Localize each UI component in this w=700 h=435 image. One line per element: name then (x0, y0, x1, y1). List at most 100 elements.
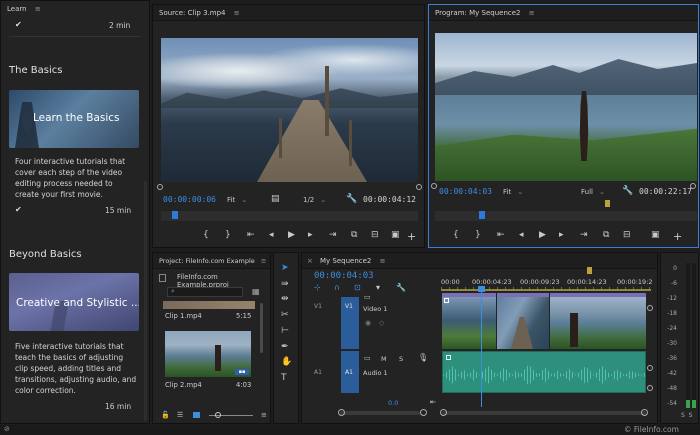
track-select-tool-icon[interactable]: ⇛ (281, 279, 289, 289)
slip-tool-icon[interactable]: ⊢ (281, 326, 289, 336)
magnet-icon[interactable]: ∩ (334, 283, 340, 292)
icon-view-icon[interactable] (193, 412, 200, 418)
source-zoom-select[interactable]: Fit ⌄ (227, 196, 247, 204)
ripple-edit-tool-icon[interactable]: ⇹ (281, 294, 289, 304)
playhead-handle[interactable] (157, 184, 163, 190)
project-scrollbar[interactable] (260, 303, 263, 353)
zoom-handle[interactable] (338, 409, 345, 416)
audio-clip[interactable] (442, 351, 647, 393)
zoom-handle[interactable] (440, 409, 447, 416)
panel-menu-icon[interactable]: ≡ (261, 253, 266, 269)
microphone-icon[interactable]: 🎙 (418, 353, 428, 362)
track-target[interactable]: A1 (314, 369, 322, 376)
razor-tool-icon[interactable]: ✂ (281, 310, 289, 320)
source-resolution-select[interactable]: 1/2 ⌄ (303, 196, 326, 204)
add-button-icon[interactable]: + (673, 230, 682, 243)
mark-in-icon[interactable]: { (203, 230, 209, 240)
timeline-ruler[interactable]: 00:00 00:00:04:23 00:00:09:23 00:00:14:2… (441, 267, 657, 293)
go-to-out-icon[interactable]: ⇥ (580, 230, 588, 240)
snap-icon[interactable]: ⊹ (314, 283, 321, 292)
tutorial-card-creative[interactable]: Creative and Stylistic ... (9, 273, 139, 331)
step-back-icon[interactable]: ◂ (269, 230, 274, 240)
timeline-scrollbar[interactable] (340, 411, 420, 415)
project-clip-item[interactable]: ▪▪ Clip 2.mp4 4:03 (163, 331, 255, 391)
timeline-zoom-bar[interactable] (442, 411, 646, 415)
sync-lock-icon[interactable]: ◇ (379, 319, 384, 327)
export-frame-icon[interactable]: ▣ (391, 230, 400, 240)
settings-icon[interactable]: ▤ (271, 194, 280, 204)
program-timecode[interactable]: 00:00:04:03 (439, 187, 492, 196)
learn-scrollbar[interactable] (144, 181, 147, 421)
play-icon[interactable]: ▶ (539, 230, 546, 240)
insert-icon[interactable]: ⧉ (351, 230, 357, 240)
timeline-playhead-handle[interactable] (478, 286, 485, 292)
menu-icon[interactable]: ≡ (261, 411, 267, 419)
zoom-slider-handle[interactable] (215, 412, 221, 418)
wrench-icon[interactable]: 🔧 (396, 283, 406, 292)
linked-selection-icon[interactable]: ⊡ (354, 283, 361, 292)
toggle-output-icon[interactable]: ▭ (364, 354, 371, 362)
video-clip[interactable] (550, 293, 646, 349)
mark-out-icon[interactable]: } (475, 230, 481, 240)
mute-button[interactable]: M (381, 355, 387, 363)
wrench-icon[interactable]: 🔧 (622, 186, 633, 196)
step-forward-icon[interactable]: ▸ (308, 230, 313, 240)
mark-out-icon[interactable]: } (225, 230, 231, 240)
status-icon[interactable]: ⊘ (4, 425, 10, 433)
a1-source-patch[interactable]: A1 (341, 351, 359, 393)
selection-tool-icon[interactable]: ➤ (281, 263, 289, 273)
zoom-handle[interactable] (641, 409, 648, 416)
video-clip[interactable] (497, 293, 549, 349)
meter-solo-buttons[interactable]: S S (681, 412, 692, 419)
hand-tool-icon[interactable]: ✋ (281, 357, 292, 367)
go-to-in-icon[interactable]: ⇤ (247, 230, 255, 240)
program-resolution-select[interactable]: Full ⌄ (581, 188, 605, 196)
panel-menu-icon[interactable]: ≡ (35, 1, 41, 17)
panel-menu-icon[interactable]: ≡ (529, 5, 535, 21)
add-marker-icon[interactable]: ▾ (376, 283, 380, 292)
timeline-timecode[interactable]: 00:00:04:03 (314, 271, 374, 281)
play-icon[interactable]: ▶ (288, 230, 295, 240)
playhead-handle[interactable] (431, 183, 437, 189)
new-bin-icon[interactable]: ▦ (252, 287, 260, 296)
playhead-handle[interactable] (647, 365, 653, 371)
step-back-icon[interactable]: ◂ (519, 230, 524, 240)
go-to-out-icon[interactable]: ⇥ (329, 230, 337, 240)
project-search-input[interactable]: ⌕ (167, 287, 243, 297)
program-scrubber[interactable] (435, 211, 697, 221)
lock-icon[interactable]: 🔓 (161, 411, 170, 419)
mark-in-icon[interactable]: { (453, 230, 459, 240)
tutorial-card-basics[interactable]: Learn the Basics (9, 90, 139, 148)
work-area-bar[interactable] (441, 289, 651, 291)
source-timecode[interactable]: 00:00:00:06 (163, 195, 216, 204)
audio-volume[interactable]: 0.0 (388, 399, 398, 407)
type-tool-icon[interactable]: T (281, 373, 287, 383)
lift-icon[interactable]: ⧉ (603, 230, 609, 240)
list-view-icon[interactable]: ☰ (177, 411, 183, 419)
playhead-handle[interactable] (416, 184, 422, 190)
source-playhead[interactable] (172, 211, 178, 219)
project-clip-item[interactable]: Clip 1.mp4 5:15 (163, 301, 255, 323)
go-to-in-icon[interactable]: ⇤ (497, 230, 505, 240)
step-forward-icon[interactable]: ▸ (559, 230, 564, 240)
panel-menu-icon[interactable]: ≡ (234, 5, 240, 21)
source-scrubber[interactable] (161, 211, 418, 221)
add-button-icon[interactable]: + (407, 230, 416, 243)
extract-icon[interactable]: ⊟ (623, 230, 631, 240)
v1-source-patch[interactable]: V1 (341, 297, 359, 349)
playhead-handle[interactable] (647, 305, 653, 311)
close-icon[interactable]: × (307, 253, 313, 269)
program-zoom-select[interactable]: Fit ⌄ (503, 188, 523, 196)
program-playhead[interactable] (479, 211, 485, 219)
pen-tool-icon[interactable]: ✒ (281, 342, 289, 352)
toggle-output-icon[interactable]: ▭ (364, 293, 371, 301)
overwrite-icon[interactable]: ⊟ (371, 230, 379, 240)
eye-icon[interactable]: ◉ (365, 319, 371, 327)
playhead-handle[interactable] (647, 385, 653, 391)
panel-menu-icon[interactable]: ≡ (380, 253, 386, 269)
zoom-handle[interactable] (420, 409, 427, 416)
track-target[interactable]: V1 (314, 303, 322, 310)
video-clip[interactable] (442, 293, 496, 349)
timeline-playhead[interactable] (481, 287, 482, 407)
collapse-icon[interactable]: ⇤ (430, 398, 436, 406)
